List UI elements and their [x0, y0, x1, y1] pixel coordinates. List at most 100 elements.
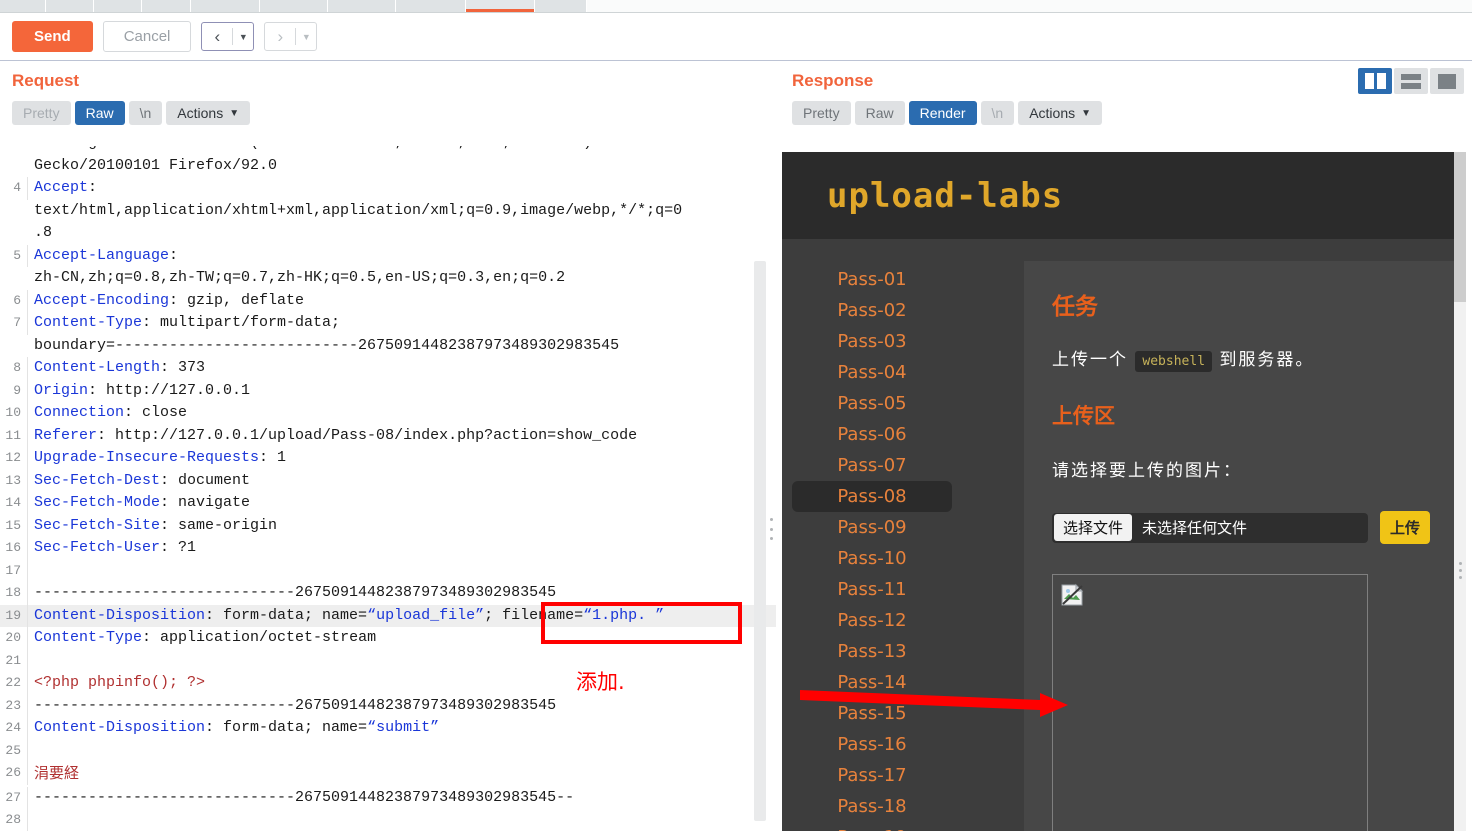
request-line[interactable]: 24 Content-Disposition: form-data; name=“…: [0, 717, 776, 740]
request-line[interactable]: 28: [0, 809, 776, 831]
request-line[interactable]: 7 Content-Type: multipart/form-data;: [0, 312, 776, 335]
request-line[interactable]: 23 -----------------------------267509144…: [0, 694, 776, 718]
request-line[interactable]: 16 Sec-Fetch-User: ?1: [0, 537, 776, 560]
view-tab-raw[interactable]: Raw: [854, 101, 905, 125]
tab-8[interactable]: [396, 0, 466, 12]
pass-link-pass-14[interactable]: Pass-14: [792, 667, 952, 698]
view-tab-pretty[interactable]: Pretty: [12, 101, 71, 125]
tab-7[interactable]: [328, 0, 396, 12]
request-line[interactable]: 21: [0, 649, 776, 672]
line-text: Content-Length: 373: [28, 357, 205, 380]
pass-link-pass-05[interactable]: Pass-05: [792, 388, 952, 419]
request-editor[interactable]: User-Agent: Mozilla/5.0 (Windows NT 10.0…: [0, 146, 776, 831]
request-line[interactable]: 26 涓要経: [0, 762, 776, 787]
pass-link-pass-01[interactable]: Pass-01: [792, 264, 952, 295]
request-line[interactable]: 8 Content-Length: 373: [0, 357, 776, 380]
request-line[interactable]: 15 Sec-Fetch-Site: same-origin: [0, 514, 776, 537]
pass-link-pass-12[interactable]: Pass-12: [792, 605, 952, 636]
chevron-down-icon[interactable]: ▼: [296, 23, 316, 50]
file-input[interactable]: 选择文件 未选择任何文件: [1052, 512, 1368, 543]
pass-link-pass-19[interactable]: Pass-19: [792, 822, 952, 831]
request-line[interactable]: 10 Connection: close: [0, 402, 776, 425]
pass-link-pass-18[interactable]: Pass-18: [792, 791, 952, 822]
request-line[interactable]: 6 Accept-Encoding: gzip, deflate: [0, 289, 776, 312]
tab-10[interactable]: [535, 0, 587, 12]
request-line[interactable]: 22 <?php phpinfo(); ?>: [0, 672, 776, 695]
view-tab-actions[interactable]: Actions ▼: [1018, 101, 1103, 125]
previous-request-group[interactable]: ‹ ▼: [201, 22, 255, 51]
token: Content-Type: [34, 314, 143, 331]
request-line[interactable]: 27 -----------------------------267509144…: [0, 786, 776, 809]
view-tab-raw[interactable]: Raw: [74, 101, 125, 125]
token: Sec-Fetch-Mode: [34, 494, 161, 511]
tab-9[interactable]: [466, 0, 535, 12]
request-line[interactable]: Gecko/20100101 Firefox/92.0: [0, 155, 776, 178]
site-body: Pass-01 Pass-02 Pass-03 Pass-04 Pass-05 Pass-…: [782, 239, 1454, 831]
render-scrollbar[interactable]: [1454, 152, 1466, 831]
pass-link-pass-02[interactable]: Pass-02: [792, 295, 952, 326]
line-number: 12: [0, 447, 28, 470]
request-line[interactable]: 4 Accept:: [0, 177, 776, 200]
request-line[interactable]: 11 Referer: http://127.0.0.1/upload/Pass-…: [0, 424, 776, 447]
pass-link-pass-10[interactable]: Pass-10: [792, 543, 952, 574]
request-line[interactable]: 25: [0, 739, 776, 762]
line-text: Content-Disposition: form-data; name=“su…: [28, 717, 439, 740]
pass-link-pass-03[interactable]: Pass-03: [792, 326, 952, 357]
line-number: 13: [0, 469, 28, 492]
chevron-left-icon[interactable]: ‹: [202, 23, 232, 50]
panel-splitter-handle[interactable]: [766, 516, 776, 542]
request-line[interactable]: 14 Sec-Fetch-Mode: navigate: [0, 492, 776, 515]
render-scrollbar-thumb[interactable]: [1454, 152, 1466, 302]
request-line[interactable]: zh-CN,zh;q=0.8,zh-TW;q=0.7,zh-HK;q=0.5,e…: [0, 267, 776, 290]
stacked-view-button[interactable]: [1394, 68, 1428, 94]
line-number: 21: [0, 649, 28, 672]
request-scrollbar[interactable]: [754, 261, 766, 821]
tab-6[interactable]: [260, 0, 328, 12]
view-tab-render[interactable]: Render: [908, 101, 977, 125]
tab-3[interactable]: [94, 0, 142, 12]
pass-link-pass-11[interactable]: Pass-11: [792, 574, 952, 605]
request-line[interactable]: 9 Origin: http://127.0.0.1: [0, 379, 776, 402]
request-line[interactable]: 19 Content-Disposition: form-data; name=“…: [0, 604, 776, 627]
request-line[interactable]: User-Agent: Mozilla/5.0 (Windows NT 10.0…: [0, 146, 776, 155]
send-button[interactable]: Send: [12, 21, 93, 52]
choose-file-button[interactable]: 选择文件: [1054, 514, 1133, 541]
request-line[interactable]: 5 Accept-Language:: [0, 244, 776, 267]
chevron-right-icon[interactable]: ›: [265, 23, 295, 50]
pass-link-pass-04[interactable]: Pass-04: [792, 357, 952, 388]
line-text: -----------------------------26750914482…: [28, 695, 556, 718]
request-line[interactable]: .8: [0, 222, 776, 245]
request-line[interactable]: text/html,application/xhtml+xml,applicat…: [0, 200, 776, 223]
view-tab-actions[interactable]: Actions ▼: [166, 101, 251, 125]
pass-link-pass-06[interactable]: Pass-06: [792, 419, 952, 450]
request-line[interactable]: 13 Sec-Fetch-Dest: document: [0, 469, 776, 492]
tab-4[interactable]: [142, 0, 191, 12]
single-view-button[interactable]: [1430, 68, 1464, 94]
request-line[interactable]: 12 Upgrade-Insecure-Requests: 1: [0, 447, 776, 470]
split-view-button[interactable]: [1358, 68, 1392, 94]
response-panel: Response Pretty Raw Render \n Actions ▼ uploa…: [776, 61, 1472, 831]
pass-link-pass-15[interactable]: Pass-15: [792, 698, 952, 729]
view-tab-n[interactable]: \n: [980, 101, 1015, 125]
pass-link-pass-13[interactable]: Pass-13: [792, 636, 952, 667]
request-line[interactable]: 18 -----------------------------267509144…: [0, 582, 776, 605]
request-line[interactable]: 20 Content-Type: application/octet-stream: [0, 627, 776, 650]
next-request-group[interactable]: › ▼: [264, 22, 318, 51]
tab-1[interactable]: [0, 0, 46, 12]
pass-link-pass-16[interactable]: Pass-16: [792, 729, 952, 760]
request-line[interactable]: boundary=---------------------------2675…: [0, 335, 776, 358]
pass-link-pass-07[interactable]: Pass-07: [792, 450, 952, 481]
view-tab-n[interactable]: \n: [128, 101, 163, 125]
tab-2[interactable]: [46, 0, 94, 12]
request-line[interactable]: 17: [0, 559, 776, 582]
upload-submit-button[interactable]: 上传: [1380, 511, 1431, 544]
pass-link-pass-09[interactable]: Pass-09: [792, 512, 952, 543]
view-tab-pretty[interactable]: Pretty: [792, 101, 851, 125]
chevron-down-icon[interactable]: ▼: [233, 23, 253, 50]
webshell-code-label: webshell: [1135, 351, 1213, 372]
cancel-button[interactable]: Cancel: [102, 21, 192, 52]
pass-link-pass-17[interactable]: Pass-17: [792, 760, 952, 791]
render-splitter-handle[interactable]: [1455, 562, 1465, 579]
tab-5[interactable]: [191, 0, 260, 12]
pass-link-pass-08[interactable]: Pass-08: [792, 481, 952, 512]
